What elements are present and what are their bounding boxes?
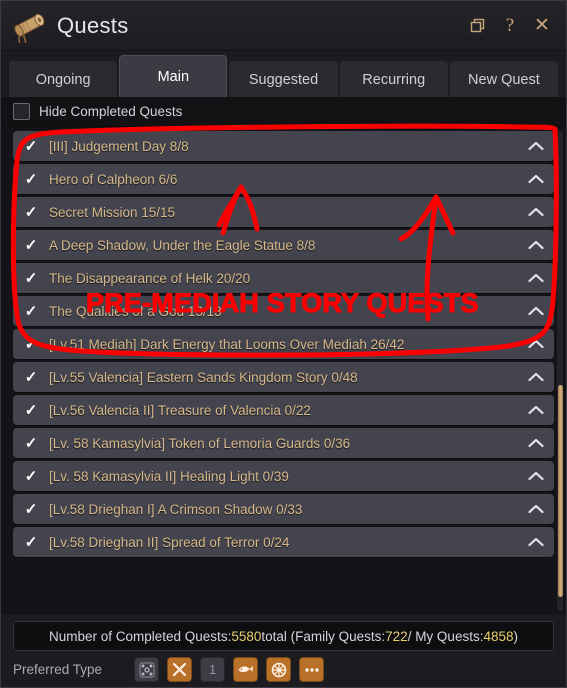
help-icon[interactable]: ? (500, 16, 520, 36)
quest-row[interactable]: ✓ Secret Mission 15/15 (13, 197, 554, 227)
preferred-type-row: Preferred Type 1 (13, 657, 554, 682)
quest-completed-check-icon: ✓ (24, 170, 38, 188)
quest-row[interactable]: ✓ [Lv.51 Mediah] Dark Energy that Looms O… (13, 329, 554, 359)
quest-title: [Lv.58 Drieghan I] A Crimson Shadow 0/33 (49, 501, 303, 517)
quest-completed-check-icon: ✓ (24, 500, 38, 518)
hide-completed-quests-checkbox[interactable] (13, 103, 30, 120)
quest-title: The Disappearance of Helk 20/20 (49, 270, 251, 286)
quest-completed-check-icon: ✓ (24, 269, 38, 287)
quest-completed-check-icon: ✓ (24, 533, 38, 551)
quest-title: [Lv.56 Valencia II] Treasure of Valencia… (49, 402, 311, 418)
summary-mid: total (Family Quests: (261, 628, 386, 644)
page-title: Quests (57, 12, 129, 38)
tab-ongoing[interactable]: Ongoing (9, 61, 118, 97)
wheel-icon[interactable] (266, 657, 292, 682)
chevron-up-icon[interactable] (526, 207, 546, 217)
summary-separator: / My Quests: (407, 628, 484, 644)
quest-completed-check-icon: ✓ (24, 467, 38, 485)
quest-row[interactable]: ✓ A Deep Shadow, Under the Eagle Statue 8… (13, 230, 554, 260)
chevron-up-icon[interactable] (526, 537, 546, 547)
quest-row[interactable]: ✓ [Lv.55 Valencia] Eastern Sands Kingdom … (13, 362, 554, 392)
quest-completed-check-icon: ✓ (24, 236, 38, 254)
summary-suffix: ) (513, 628, 519, 644)
filter-bar: Hide Completed Quests (1, 97, 566, 127)
quest-list-region: ✓ [III] Judgement Day 8/8 ✓ Hero of Calpheo… (1, 127, 566, 615)
quest-row[interactable]: ✓ [III] Judgement Day 8/8 (13, 131, 554, 161)
level-one-icon[interactable]: 1 (200, 657, 226, 682)
chevron-up-icon[interactable] (526, 273, 546, 283)
quests-window: Quests ? ✕ Ongoing Main Suggested Recurr… (0, 0, 567, 688)
quest-completed-check-icon: ✓ (24, 401, 38, 419)
window-mode-icon[interactable] (468, 16, 488, 36)
quest-title: [Lv. 58 Kamasylvia II] Healing Light 0/3… (49, 468, 289, 484)
quest-completed-check-icon: ✓ (24, 434, 38, 452)
crossed-swords-icon[interactable] (167, 657, 193, 682)
summary-my-quests-value: 4858 (483, 628, 514, 644)
tab-recurring[interactable]: Recurring (339, 61, 448, 97)
chevron-up-icon[interactable] (526, 174, 546, 184)
quest-completed-check-icon: ✓ (24, 302, 38, 320)
fish-icon[interactable] (233, 657, 259, 682)
quest-row[interactable]: ✓ [Lv. 58 Kamasylvia] Token of Lemoria Gu… (13, 428, 554, 458)
quest-row[interactable]: ✓ [Lv.58 Drieghan II] Spread of Terror 0/… (13, 527, 554, 557)
quest-row[interactable]: ✓ [Lv. 58 Kamasylvia II] Healing Light 0/… (13, 461, 554, 491)
footer: Number of Completed Quests: 5580 total (… (1, 615, 566, 687)
quest-title: [Lv. 58 Kamasylvia] Token of Lemoria Gua… (49, 435, 351, 451)
completed-quests-summary: Number of Completed Quests: 5580 total (… (13, 621, 554, 651)
quest-row[interactable]: ✓ [Lv.56 Valencia II] Treasure of Valenci… (13, 395, 554, 425)
quest-completed-check-icon: ✓ (24, 368, 38, 386)
annotation-text: PRE-MEDIAH STORY QUESTS (86, 288, 479, 319)
chevron-up-icon[interactable] (526, 306, 546, 316)
preferred-type-icons: 1 (134, 657, 325, 682)
tab-bar: Ongoing Main Suggested Recurring New Que… (1, 51, 566, 97)
node-grid-icon[interactable] (134, 657, 160, 682)
titlebar-actions: ? ✕ (468, 16, 552, 36)
quest-title: A Deep Shadow, Under the Eagle Statue 8/… (49, 237, 316, 253)
quest-title: [Lv.51 Mediah] Dark Energy that Looms Ov… (49, 336, 405, 352)
quest-title: Secret Mission 15/15 (49, 204, 176, 220)
more-options-icon[interactable] (299, 657, 325, 682)
quest-row[interactable]: ✓ [Lv.58 Drieghan I] A Crimson Shadow 0/3… (13, 494, 554, 524)
chevron-up-icon[interactable] (526, 372, 546, 382)
chevron-up-icon[interactable] (526, 504, 546, 514)
quest-completed-check-icon: ✓ (24, 335, 38, 353)
quest-title: [III] Judgement Day 8/8 (49, 138, 189, 154)
chevron-up-icon[interactable] (526, 240, 546, 250)
quest-title: [Lv.58 Drieghan II] Spread of Terror 0/2… (49, 534, 290, 550)
summary-prefix: Number of Completed Quests: (48, 628, 232, 644)
scroll-icon (14, 13, 45, 43)
summary-family-value: 722 (385, 628, 408, 644)
quest-title: Hero of Calpheon 6/6 (49, 171, 178, 187)
quest-completed-check-icon: ✓ (24, 203, 38, 221)
tab-suggested[interactable]: Suggested (229, 61, 338, 97)
quest-list: ✓ [III] Judgement Day 8/8 ✓ Hero of Calpheo… (13, 131, 554, 557)
close-icon[interactable]: ✕ (532, 16, 552, 36)
hide-completed-quests-label: Hide Completed Quests (39, 104, 183, 119)
chevron-up-icon[interactable] (526, 339, 546, 349)
scrollbar-thumb[interactable] (558, 385, 563, 597)
summary-total-value: 5580 (231, 628, 262, 644)
title-bar: Quests ? ✕ (1, 1, 566, 51)
quest-title: [Lv.55 Valencia] Eastern Sands Kingdom S… (49, 369, 358, 385)
chevron-up-icon[interactable] (526, 471, 546, 481)
tab-main[interactable]: Main (119, 55, 228, 97)
chevron-up-icon[interactable] (526, 141, 546, 151)
tab-new-quest[interactable]: New Quest (449, 61, 559, 97)
chevron-up-icon[interactable] (526, 405, 546, 415)
preferred-type-label: Preferred Type (13, 662, 103, 677)
quest-completed-check-icon: ✓ (24, 137, 38, 155)
chevron-up-icon[interactable] (526, 438, 546, 448)
quest-row[interactable]: ✓ Hero of Calpheon 6/6 (13, 164, 554, 194)
